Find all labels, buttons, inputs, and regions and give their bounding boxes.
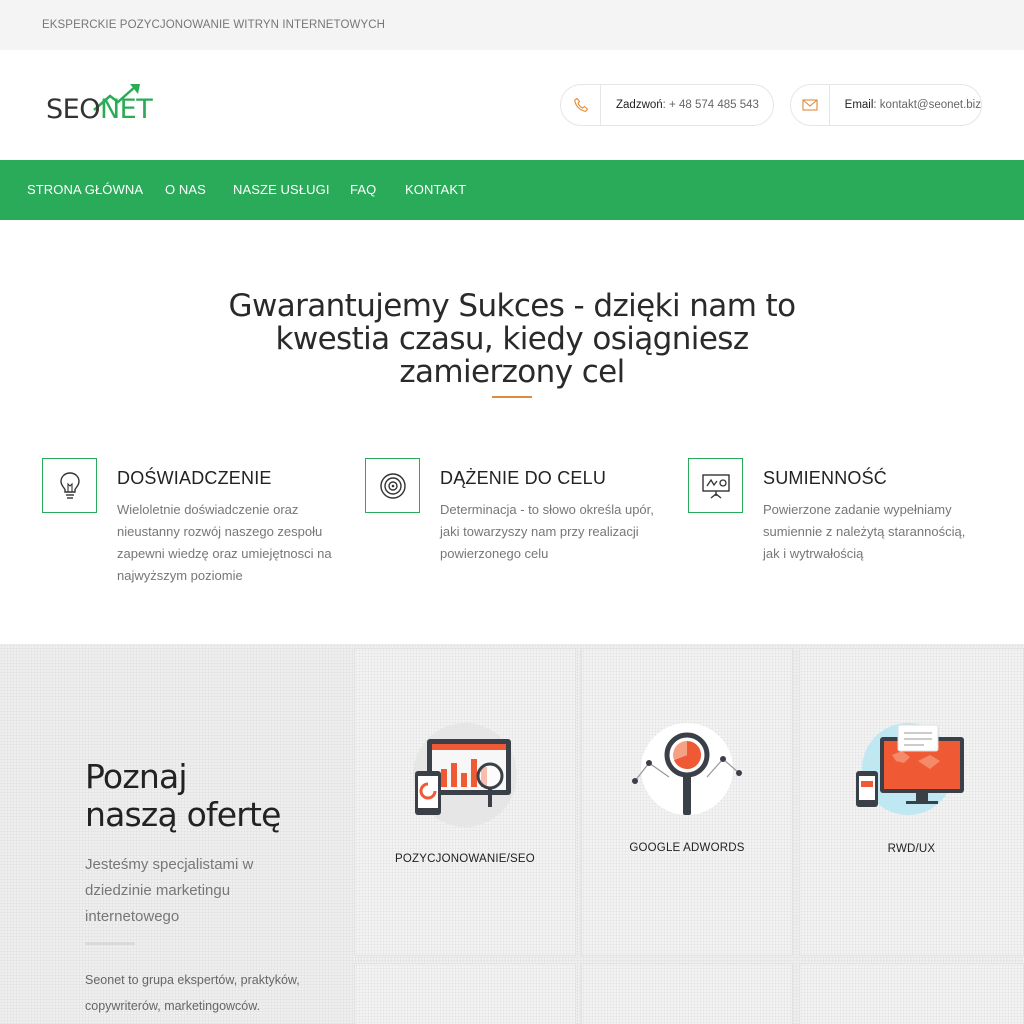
nav-item-home[interactable]: STRONA GŁÓWNA [27,182,143,197]
presentation-board-icon [688,458,743,513]
hero-title: Gwarantujemy Sukces - dzięki nam to kwes… [212,290,812,389]
phone-icon [561,85,601,125]
lightbulb-icon [42,458,97,513]
offer-body: Seonet to grupa ekspertów, praktyków, co… [85,973,300,1013]
offer-subtitle: Jesteśmy specjalistami w dziedzinie mark… [85,856,254,925]
hero-title-line: Gwarantujemy Sukces - dzięki nam to [228,288,797,324]
logo-text-net: NET [99,94,153,125]
service-card-extra[interactable] [354,963,576,1024]
magnifier-chart-icon [632,723,742,815]
seo-devices-icon [413,723,517,827]
service-card-seo[interactable]: POZYCJONOWANIE/SEO [354,648,576,956]
offer-title: Poznaj naszą ofertę [85,758,281,834]
nav-item-about[interactable]: O NAS [165,182,206,197]
site-tagline: EKSPERCKIE POZYCJONOWANIE WITRYN INTERNE… [42,19,386,31]
phone-contact[interactable]: Zadzwoń: + 48 574 485 543 [560,84,774,126]
header: SEONET Zadzwoń: + 48 574 485 543 Email: … [0,50,1024,160]
service-label: POZYCJONOWANIE/SEO [395,853,535,865]
offer-divider [85,942,135,945]
service-card-rwd[interactable]: RWD/UX [799,648,1024,956]
service-card-adwords[interactable]: GOOGLE ADWORDS [581,648,793,956]
nav-item-contact[interactable]: KONTAKT [405,182,466,197]
feature-title: DĄŻENIE DO CELU [440,468,607,488]
responsive-devices-icon [855,723,964,815]
nav-item-faq[interactable]: FAQ [350,182,376,197]
feature-description: Powierzone zadanie wypełniamy sumiennie … [763,502,966,561]
logo-text-seo: SEO [46,94,100,125]
logo[interactable]: SEONET [46,82,156,128]
phone-value: : + 48 574 485 543 [662,99,759,111]
hero-title-line: kwestia czasu, kiedy osiągniesz [275,321,749,357]
email-value: : kontakt@seonet.biz [873,99,981,111]
hero-title-line: zamierzony cel [399,354,625,390]
top-bar: EKSPERCKIE POZYCJONOWANIE WITRYN INTERNE… [0,0,1024,50]
nav-item-services[interactable]: NASZE USŁUGI [233,182,330,197]
feature-title: SUMIENNOŚĆ [763,468,888,488]
envelope-icon [791,85,830,125]
email-contact[interactable]: Email: kontakt@seonet.biz [790,84,982,126]
service-label: GOOGLE ADWORDS [629,842,745,854]
offer-title-line: Poznaj [85,757,188,796]
service-label: RWD/UX [887,843,936,855]
service-card-extra[interactable] [581,963,793,1024]
email-label: Email [844,99,874,111]
main-nav: STRONA GŁÓWNA O NAS NASZE USŁUGI FAQ KON… [0,160,1024,220]
hero-divider [492,396,532,398]
phone-label: Zadzwoń [616,99,663,111]
feature-description: Determinacja - to słowo określa upór, ja… [440,502,654,561]
target-icon [365,458,420,513]
service-card-extra[interactable] [799,963,1024,1024]
offer-title-line: naszą ofertę [85,795,281,834]
feature-title: DOŚWIADCZENIE [117,468,272,488]
feature-description: Wieloletnie doświadczenie oraz nieustann… [117,502,332,583]
